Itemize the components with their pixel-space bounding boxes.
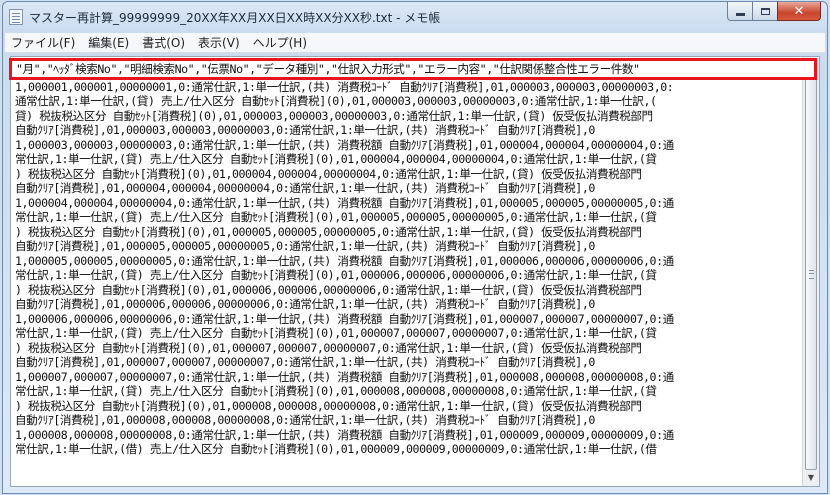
text-line: 貸) 税抜税込区分 自動ｾｯﾄ[消費税](0),01,000003,000003…: [15, 108, 653, 123]
maximize-icon: [760, 7, 770, 15]
highlighted-header-line: "月","ﾍｯﾀﾞ検索No","明細検索No","伝票No","データ種別","…: [9, 58, 817, 80]
close-icon: ✕: [793, 3, 805, 19]
window-controls: ✕: [727, 2, 821, 22]
text-line: 1,000003,000003,00000003,0:通常仕訳,1:単一仕訳,(…: [15, 137, 674, 152]
scroll-thumb[interactable]: [805, 75, 817, 470]
scroll-down-button[interactable]: ▼: [804, 469, 818, 485]
text-line: 自動ｸﾘｱ[消費税],01,000007,000007,00000007,0:通…: [15, 355, 595, 369]
text-line: ) 税抜税込区分 自動ｾｯﾄ[消費税](0),01,000008,000008,…: [15, 398, 642, 413]
vertical-scrollbar[interactable]: ▲ ▼: [802, 57, 819, 486]
text-line: ) 税抜税込区分 自動ｾｯﾄ[消費税](0),01,000007,000007,…: [15, 340, 642, 355]
text-line: 常仕訳,1:単一仕訳,(貸) 売上/仕入区分 自動ｾｯﾄ[消費税](0),01,…: [15, 268, 657, 282]
text-line: 常仕訳,1:単一仕訳,(貸) 売上/仕入区分 自動ｾｯﾄ[消費税](0),01,…: [15, 384, 657, 398]
minimize-button[interactable]: [727, 2, 753, 21]
text-line: 自動ｸﾘｱ[消費税],01,000003,000003,00000003,0:通…: [15, 123, 595, 137]
text-line: 常仕訳,1:単一仕訳,(借) 売上/仕入区分 自動ｾｯﾄ[消費税](0),01,…: [15, 442, 657, 456]
text-line: 自動ｸﾘｱ[消費税],01,000006,000006,00000006,0:通…: [15, 297, 595, 311]
menu-view[interactable]: 表示(V): [198, 34, 240, 51]
text-editor[interactable]: 1,000001,000001,00000001,0:通常仕訳,1:単一仕訳,(…: [10, 56, 820, 487]
text-line: 1,000008,000008,00000008,0:通常仕訳,1:単一仕訳,(…: [15, 427, 674, 442]
text-line: ) 税抜税込区分 自動ｾｯﾄ[消費税](0),01,000004,000004,…: [15, 166, 642, 181]
menu-edit[interactable]: 編集(E): [88, 34, 129, 51]
text-line: ) 税抜税込区分 自動ｾｯﾄ[消費税](0),01,000006,000006,…: [15, 282, 642, 297]
text-line: 1,000005,000005,00000005,0:通常仕訳,1:単一仕訳,(…: [15, 253, 674, 268]
grip-icon: [809, 269, 814, 279]
text-line: ) 税抜税込区分 自動ｾｯﾄ[消費税](0),01,000005,000005,…: [15, 224, 642, 239]
text-line: 自動ｸﾘｱ[消費税],01,000005,000005,00000005,0:通…: [15, 239, 595, 253]
editor-text-body[interactable]: 1,000001,000001,00000001,0:通常仕訳,1:単一仕訳,(…: [15, 65, 803, 457]
text-line: 1,000004,000004,00000004,0:通常仕訳,1:単一仕訳,(…: [15, 195, 674, 210]
text-line: 1,000006,000006,00000006,0:通常仕訳,1:単一仕訳,(…: [15, 311, 674, 326]
text-line: 自動ｸﾘｱ[消費税],01,000008,000008,00000008,0:通…: [15, 413, 595, 427]
text-line: 通常仕訳,1:単一仕訳,(貸) 売上/仕入区分 自動ｾｯﾄ[消費税](0),01…: [15, 94, 657, 108]
menu-file[interactable]: ファイル(F): [11, 34, 75, 51]
maximize-button[interactable]: [752, 2, 778, 21]
notepad-window: マスター再計算_99999999_20XX年XX月XX日XX時XX分XX秒.tx…: [2, 1, 828, 494]
text-line: 自動ｸﾘｱ[消費税],01,000004,000004,00000004,0:通…: [15, 181, 595, 195]
menu-format[interactable]: 書式(O): [142, 34, 185, 51]
close-button[interactable]: ✕: [777, 2, 821, 21]
window-title: マスター再計算_99999999_20XX年XX月XX日XX時XX分XX秒.tx…: [29, 11, 441, 25]
notepad-icon: [9, 9, 23, 25]
text-line: 1,000007,000007,00000007,0:通常仕訳,1:単一仕訳,(…: [15, 369, 674, 384]
text-line: 1,000001,000001,00000001,0:通常仕訳,1:単一仕訳,(…: [15, 79, 674, 94]
menu-help[interactable]: ヘルプ(H): [253, 34, 307, 51]
text-line: 常仕訳,1:単一仕訳,(貸) 売上/仕入区分 自動ｾｯﾄ[消費税](0),01,…: [15, 152, 657, 166]
minimize-icon: [735, 12, 745, 16]
menu-bar: ファイル(F) 編集(E) 書式(O) 表示(V) ヘルプ(H): [5, 33, 825, 53]
title-bar[interactable]: マスター再計算_99999999_20XX年XX月XX日XX時XX分XX秒.tx…: [3, 2, 827, 32]
text-line: 常仕訳,1:単一仕訳,(貸) 売上/仕入区分 自動ｾｯﾄ[消費税](0),01,…: [15, 210, 657, 224]
text-line: 常仕訳,1:単一仕訳,(貸) 売上/仕入区分 自動ｾｯﾄ[消費税](0),01,…: [15, 326, 657, 340]
csv-header-line: "月","ﾍｯﾀﾞ検索No","明細検索No","伝票No","データ種別","…: [16, 62, 640, 76]
